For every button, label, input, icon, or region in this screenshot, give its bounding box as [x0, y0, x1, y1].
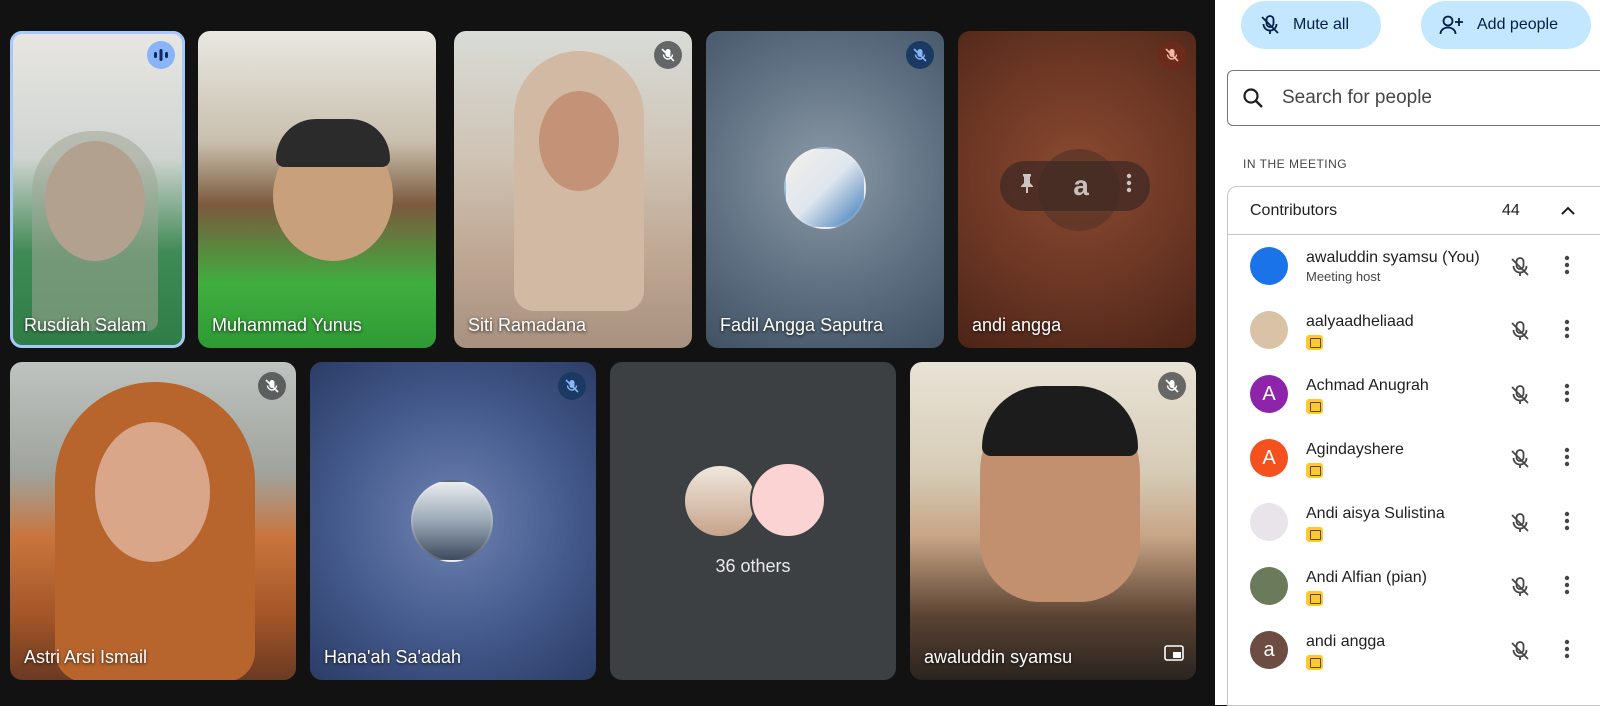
avatar: A [1250, 375, 1288, 413]
avatar [1250, 247, 1288, 285]
participant-name: Rusdiah Salam [24, 315, 147, 335]
participant-avatar [411, 480, 493, 562]
contributors-group: Contributors 44 awaluddin syamsu (You) Me… [1227, 186, 1600, 706]
participant-name: Muhammad Yunus [212, 315, 362, 335]
mic-off-icon [1158, 41, 1186, 69]
mute-all-button[interactable]: Mute all [1241, 1, 1381, 49]
participant-row[interactable]: awaluddin syamsu (You) Meeting host [1228, 235, 1600, 299]
others-count: 36 others [715, 556, 791, 576]
participant-avatar [784, 147, 866, 229]
mic-off-icon [1158, 372, 1186, 400]
mic-off-icon[interactable] [1508, 383, 1532, 412]
participant-name: Fadil Angga Saputra [720, 315, 884, 335]
group-title: Contributors [1250, 201, 1338, 219]
participant-name: Andi aisya Sulistina [1306, 505, 1445, 522]
section-label: IN THE MEETING [1243, 157, 1348, 171]
participant-row[interactable]: A Agindayshere [1228, 427, 1600, 491]
mic-off-icon [1261, 15, 1279, 34]
mic-off-icon [558, 372, 586, 400]
participant-name: awaluddin syamsu [924, 647, 1073, 667]
more-options-icon[interactable] [1126, 173, 1132, 199]
mic-off-icon [906, 41, 934, 69]
participant-row[interactable]: Andi aisya Sulistina [1228, 491, 1600, 555]
participant-name: Siti Ramadana [468, 315, 587, 335]
participant-name: Andi Alfian (pian) [1306, 569, 1427, 586]
participant-tile[interactable]: Rusdiah Salam [10, 31, 185, 348]
presentation-badge-icon [1306, 655, 1323, 670]
video-feed [32, 131, 158, 331]
add-person-icon [1439, 15, 1463, 35]
participant-name: andi angga [1306, 633, 1386, 650]
add-people-button[interactable]: Add people [1421, 1, 1591, 49]
presentation-badge-icon [1306, 335, 1323, 350]
participant-tile[interactable]: awaluddin syamsu [910, 362, 1196, 680]
avatar [1250, 503, 1288, 541]
participant-tile[interactable]: Muhammad Yunus [198, 31, 436, 348]
video-feed [276, 119, 390, 167]
pin-icon[interactable] [1018, 172, 1036, 200]
participant-tile[interactable]: Astri Arsi Ismail [10, 362, 296, 680]
participant-name: awaluddin syamsu (You) [1306, 249, 1480, 266]
participant-tile[interactable]: Fadil Angga Saputra [706, 31, 944, 348]
tile-hover-controls: a [1000, 161, 1150, 211]
mic-off-icon [654, 41, 682, 69]
add-people-label: Add people [1477, 16, 1558, 33]
video-feed [982, 386, 1138, 456]
participant-name: Agindayshere [1306, 441, 1404, 458]
more-options-icon[interactable] [1564, 511, 1570, 535]
others-tile[interactable]: 36 others [610, 362, 896, 680]
more-options-icon[interactable] [1564, 575, 1570, 599]
participant-row[interactable]: aalyaadheliaad [1228, 299, 1600, 363]
contributors-header[interactable]: Contributors 44 [1228, 187, 1600, 235]
mic-off-icon[interactable] [1508, 319, 1532, 348]
avatar [1250, 311, 1288, 349]
participant-tile[interactable]: Siti Ramadana [454, 31, 692, 348]
participant-avatar [750, 462, 826, 538]
participant-name: Astri Arsi Ismail [24, 647, 148, 667]
participant-avatar [683, 464, 757, 538]
group-count: 44 [1502, 201, 1520, 219]
people-panel: Mute all Add people Search for people IN… [1215, 0, 1600, 706]
chevron-up-icon[interactable] [1558, 201, 1578, 221]
participant-name: andi angga [972, 315, 1062, 335]
more-options-icon[interactable] [1564, 639, 1570, 663]
mic-off-icon[interactable] [1508, 639, 1532, 668]
search-icon [1243, 88, 1263, 108]
video-feed [95, 422, 210, 562]
participant-name: aalyaadheliaad [1306, 313, 1414, 330]
participant-tile[interactable]: a andi angga [958, 31, 1196, 348]
participant-tile[interactable]: Hana'ah Sa'adah [310, 362, 596, 680]
captions-avatar-icon[interactable]: a [1073, 170, 1089, 202]
search-input[interactable]: Search for people [1227, 70, 1600, 126]
participant-row[interactable]: Andi Alfian (pian) [1228, 555, 1600, 619]
participant-row[interactable]: a andi angga [1228, 619, 1600, 683]
mic-off-icon[interactable] [1508, 255, 1532, 284]
more-options-icon[interactable] [1564, 319, 1570, 343]
speaking-indicator-icon [147, 41, 175, 69]
more-options-icon[interactable] [1564, 383, 1570, 407]
mic-off-icon[interactable] [1508, 447, 1532, 476]
participant-row[interactable]: A Achmad Anugrah [1228, 363, 1600, 427]
presentation-badge-icon [1306, 399, 1323, 414]
participant-name: Hana'ah Sa'adah [324, 647, 461, 667]
mic-off-icon[interactable] [1508, 575, 1532, 604]
mic-off-icon[interactable] [1508, 511, 1532, 540]
presentation-badge-icon [1306, 591, 1323, 606]
search-placeholder: Search for people [1282, 87, 1432, 108]
avatar: A [1250, 439, 1288, 477]
presentation-badge-icon [1306, 527, 1323, 542]
participant-name: Achmad Anugrah [1306, 377, 1429, 394]
mic-off-icon [258, 372, 286, 400]
more-options-icon[interactable] [1564, 447, 1570, 471]
avatar [1250, 567, 1288, 605]
participant-role: Meeting host [1306, 269, 1381, 284]
mute-all-label: Mute all [1293, 16, 1350, 33]
self-view-icon[interactable] [1164, 645, 1184, 666]
video-feed [539, 91, 619, 191]
more-options-icon[interactable] [1564, 255, 1570, 279]
avatar: a [1250, 631, 1288, 669]
video-grid: Rusdiah Salam Muhammad Yunus Siti Ramada… [0, 0, 1215, 705]
presentation-badge-icon [1306, 463, 1323, 478]
